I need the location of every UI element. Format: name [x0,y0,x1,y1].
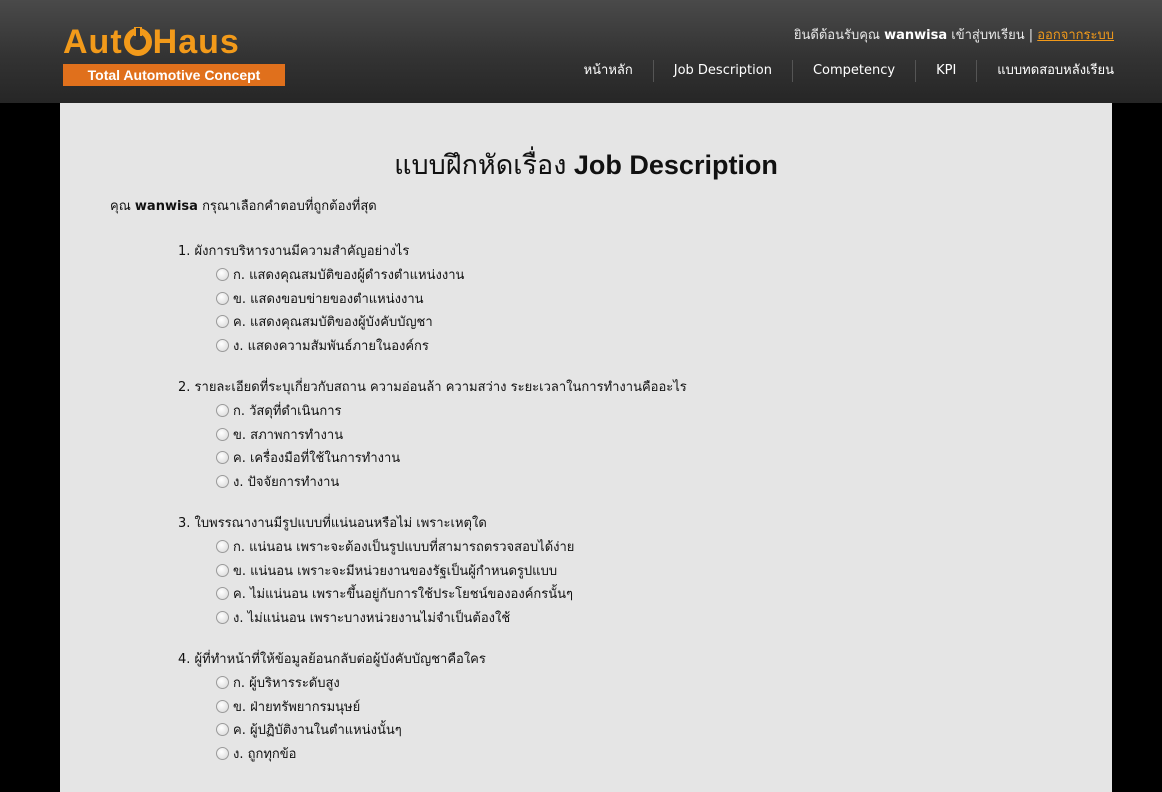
nav-job-description[interactable]: Job Description [652,60,792,82]
answer-option[interactable]: ข. แน่นอน เพราะจะมีหน่วยงานของรัฐเป็นผู้… [216,559,687,583]
logo-wordmark: Aut Haus [63,23,240,61]
radio-button[interactable] [216,451,229,465]
answer-option[interactable]: ง. ปัจจัยการทำงาน [216,470,687,494]
question-text: 1. ผังการบริหารงานมีความสำคัญอย่างไร [178,244,410,259]
question-text: 2. รายละเอียดที่ระบุเกี่ยวกับสถาน ความอ่… [178,380,687,395]
welcome-prefix: ยินดีต้อนรับคุณ [793,28,880,43]
radio-button[interactable] [216,746,229,760]
answer-option[interactable]: ข. ฝ่ายทรัพยากรมนุษย์ [216,695,687,719]
nav-post-test[interactable]: แบบทดสอบหลังเรียน [976,60,1114,82]
radio-button[interactable] [216,427,229,441]
answer-option[interactable]: ค. ไม่แน่นอน เพราะขึ้นอยู่กับการใช้ประโย… [216,582,687,606]
answer-option[interactable]: ข. แสดงขอบข่ายของตำแหน่งงาน [216,287,687,311]
question-2: 2. รายละเอียดที่ระบุเกี่ยวกับสถาน ความอ่… [178,377,687,493]
radio-button[interactable] [216,540,229,554]
welcome-username: wanwisa [884,28,948,43]
radio-button[interactable] [216,723,229,737]
radio-button[interactable] [216,315,229,329]
page-title: แบบฝึกหัดเรื่อง Job Description [394,150,778,180]
logout-link[interactable]: ออกจากระบบ [1037,28,1114,43]
answer-option[interactable]: ง. ถูกทุกข้อ [216,742,687,766]
answer-option[interactable]: ก. แน่นอน เพราะจะต้องเป็นรูปแบบที่สามารถ… [216,535,687,559]
quiz-instruction: คุณ wanwisa กรุณาเลือกคำตอบที่ถูกต้องที่… [110,199,377,214]
radio-button[interactable] [216,268,229,282]
answer-option[interactable]: ค. ผู้ปฏิบัติงานในตำแหน่งนั้นๆ [216,718,687,742]
radio-button[interactable] [216,587,229,601]
radio-button[interactable] [216,291,229,305]
gear-logo-icon [123,27,152,56]
logo-tagline: Total Automotive Concept [63,64,285,86]
radio-button[interactable] [216,610,229,624]
nav-kpi[interactable]: KPI [915,60,976,82]
question-text: 3. ใบพรรณางานมีรูปแบบที่แน่นอนหรือไม่ เพ… [178,516,487,531]
radio-button[interactable] [216,474,229,488]
radio-button[interactable] [216,404,229,418]
radio-button[interactable] [216,563,229,577]
answer-option[interactable]: ง. ไม่แน่นอน เพราะบางหน่วยงานไม่จำเป็นต้… [216,606,687,630]
autohaus-logo[interactable]: Aut Haus Total Automotive Concept [63,22,293,86]
question-1: 1. ผังการบริหารงานมีความสำคัญอย่างไร ก. … [178,241,687,357]
nav-competency[interactable]: Competency [791,60,915,82]
answer-option[interactable]: ก. วัสดุที่ดำเนินการ [216,399,687,423]
welcome-message: ยินดีต้อนรับคุณ wanwisa เข้าสู่บทเรียน |… [794,24,1114,45]
radio-button[interactable] [216,699,229,713]
question-text: 4. ผู้ที่ทำหน้าที่ให้ข้อมูลย้อนกลับต่อผู… [178,652,486,667]
question-list: 1. ผังการบริหารงานมีความสำคัญอย่างไร ก. … [178,241,687,785]
main-nav: หน้าหลัก Job Description Competency KPI … [564,60,1114,82]
question-4: 4. ผู้ที่ทำหน้าที่ให้ข้อมูลย้อนกลับต่อผู… [178,649,687,765]
question-3: 3. ใบพรรณางานมีรูปแบบที่แน่นอนหรือไม่ เพ… [178,513,687,629]
nav-home[interactable]: หน้าหลัก [564,60,653,82]
welcome-suffix: เข้าสู่บทเรียน | [951,28,1034,43]
quiz-content: แบบฝึกหัดเรื่อง Job Description คุณ wanw… [60,103,1112,792]
answer-option[interactable]: ค. แสดงคุณสมบัติของผู้บังคับบัญชา [216,310,687,334]
answer-option[interactable]: ข. สภาพการทำงาน [216,423,687,447]
site-header: Aut Haus Total Automotive Concept ยินดีต… [0,0,1162,103]
answer-option[interactable]: ค. เครื่องมือที่ใช้ในการทำงาน [216,446,687,470]
answer-option[interactable]: ก. ผู้บริหารระดับสูง [216,671,687,695]
answer-option[interactable]: ก. แสดงคุณสมบัติของผู้ดำรงตำแหน่งงาน [216,263,687,287]
radio-button[interactable] [216,676,229,690]
radio-button[interactable] [216,338,229,352]
answer-option[interactable]: ง. แสดงความสัมพันธ์ภายในองค์กร [216,334,687,358]
